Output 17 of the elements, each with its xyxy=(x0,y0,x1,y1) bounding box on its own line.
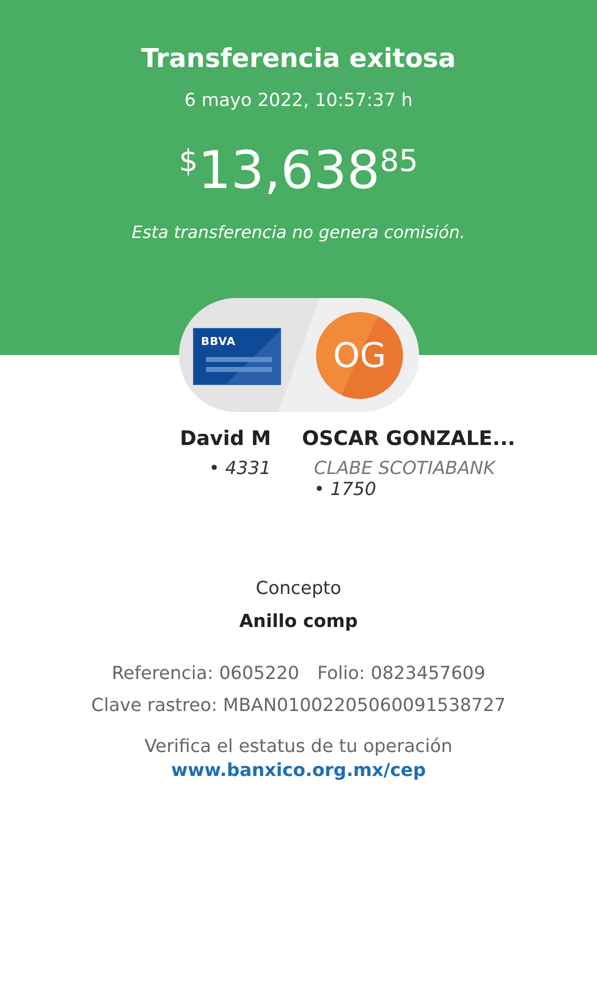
concept-label: Concepto xyxy=(256,578,342,599)
screen-title: Transferencia exitosa xyxy=(141,44,456,74)
recipient-account: • 1750 xyxy=(314,479,376,500)
folio-number: Folio: 0823457609 xyxy=(317,663,486,684)
concept-value: Anillo comp xyxy=(239,610,358,632)
commission-note: Esta transferencia no genera comisión. xyxy=(132,223,466,243)
recipient-bank: CLABE SCOTIABANK xyxy=(314,458,496,479)
sender-name: David M xyxy=(180,426,271,450)
transfer-datetime: 6 mayo 2022, 10:57:37 h xyxy=(184,90,413,111)
recipient-name: OSCAR GONZALE... xyxy=(302,426,516,450)
tracking-key: Clave rastreo: MBAN01002205060091538727 xyxy=(91,694,506,716)
verification-link[interactable]: www.banxico.org.mx/cep xyxy=(171,760,426,781)
bank-card: BBVA xyxy=(193,328,281,385)
reference-number: Referencia: 0605220 xyxy=(112,663,300,684)
recipient-avatar: OG xyxy=(316,312,403,399)
sender-account: • 4331 xyxy=(208,458,271,479)
verify-text: Verifica el estatus de tu operación xyxy=(144,736,452,758)
